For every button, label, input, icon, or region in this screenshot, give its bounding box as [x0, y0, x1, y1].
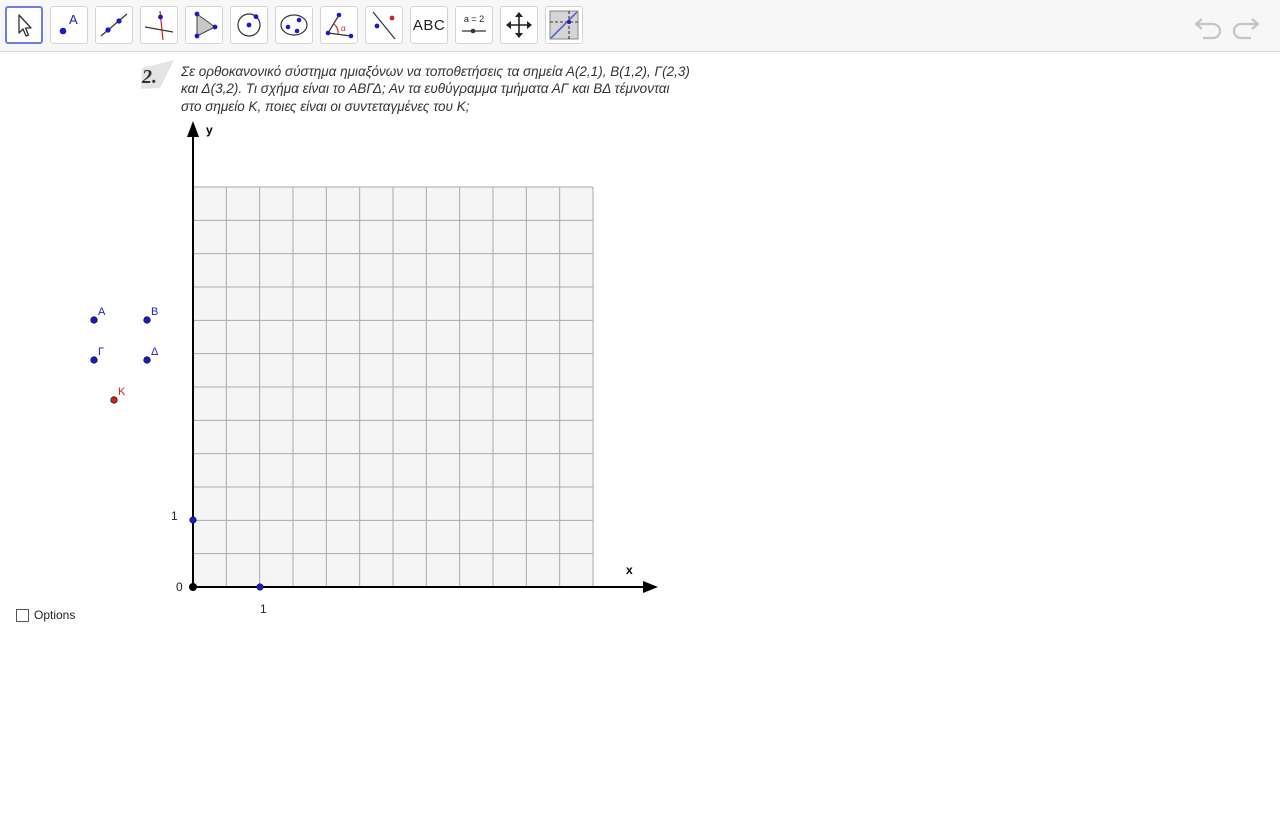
point-gamma[interactable]: Γ — [90, 346, 104, 364]
origin-point — [189, 583, 197, 591]
y-axis-label: y — [206, 123, 213, 137]
free-points: Α Β Γ Δ Κ — [90, 306, 159, 404]
line-icon — [100, 13, 128, 37]
point-b-dot — [143, 316, 151, 324]
point-tool-button[interactable]: A — [50, 6, 88, 44]
move-arrows-icon — [506, 12, 532, 38]
angle-tool-button[interactable]: α — [320, 6, 358, 44]
x-axis-label: x — [626, 563, 633, 577]
circle-center-point-icon — [237, 13, 261, 37]
slider-tool-button[interactable]: a = 2 — [455, 6, 493, 44]
text-tool-button[interactable]: ABC — [410, 6, 448, 44]
polygon-icon — [194, 11, 218, 39]
options-label: Options — [34, 608, 76, 622]
point-k[interactable]: Κ — [110, 386, 126, 404]
origin-label: 0 — [176, 580, 183, 594]
point-a-dot — [90, 316, 98, 324]
polygon-tool-button[interactable] — [185, 6, 223, 44]
point-gamma-label: Γ — [98, 346, 104, 358]
point-a[interactable]: Α — [90, 306, 106, 324]
point-b-label: Β — [151, 306, 158, 318]
ellipse-icon — [280, 14, 308, 36]
point-k-dot — [110, 396, 118, 404]
point-icon: A — [59, 12, 78, 35]
point-delta-dot — [143, 356, 151, 364]
exercise-line-3: στο σημείο Κ, ποιες είναι οι συντεταγμέν… — [181, 99, 470, 114]
text-icon: ABC — [412, 16, 446, 34]
point-tool-letter: A — [69, 12, 78, 27]
y-tick-label: 1 — [171, 509, 178, 523]
point-b[interactable]: Β — [143, 306, 159, 324]
x-unit-point[interactable] — [256, 583, 264, 591]
line-tool-button[interactable] — [95, 6, 133, 44]
y-unit-point[interactable] — [189, 516, 197, 524]
point-a-label: Α — [98, 306, 106, 318]
y-axis-arrow — [187, 121, 199, 137]
angle-icon: α — [325, 12, 354, 39]
undo-icon — [1194, 18, 1222, 40]
slider-icon: a = 2 — [462, 14, 486, 34]
circle-tool-button[interactable] — [230, 6, 268, 44]
reflect-about-line-icon — [372, 11, 396, 40]
show-hide-tool-button[interactable] — [545, 6, 583, 44]
graphics-view[interactable]: 2. Σε ορθοκανονικό σύστημα ημιαξόνων να … — [0, 53, 1280, 824]
exercise-text: Σε ορθοκανονικό σύστημα ημιαξόνων να τοπ… — [180, 64, 690, 114]
coordinate-grid — [193, 186, 594, 587]
show-hide-object-icon — [549, 10, 579, 40]
redo-icon — [1232, 18, 1260, 40]
exercise-line-1: Σε ορθοκανονικό σύστημα ημιαξόνων να τοπ… — [180, 64, 690, 79]
reflect-tool-button[interactable] — [365, 6, 403, 44]
undo-button[interactable] — [1193, 12, 1225, 40]
toolbar: A α ABC a = 2 — [0, 0, 1280, 52]
perpendicular-line-icon — [144, 10, 174, 41]
point-delta[interactable]: Δ — [143, 346, 159, 364]
cursor-arrow-icon — [18, 14, 32, 37]
exercise-line-2: και Δ(3,2). Τι σχήμα είναι το ΑΒΓΔ; Αν τ… — [181, 81, 670, 96]
redo-button[interactable] — [1229, 12, 1261, 40]
exercise-number-badge: 2. — [141, 60, 174, 89]
slider-tool-letter: a = 2 — [464, 14, 484, 24]
x-axis-arrow — [643, 581, 658, 593]
options-checkbox[interactable] — [16, 609, 29, 622]
angle-tool-letter: α — [341, 24, 346, 33]
point-delta-label: Δ — [151, 346, 159, 358]
point-k-label: Κ — [118, 386, 126, 398]
x-tick-label: 1 — [260, 602, 267, 616]
move-tool-button[interactable] — [5, 6, 43, 44]
move-graphics-view-tool-button[interactable] — [500, 6, 538, 44]
point-gamma-dot — [90, 356, 98, 364]
exercise-number: 2. — [141, 66, 157, 88]
conic-tool-button[interactable] — [275, 6, 313, 44]
perpendicular-line-tool-button[interactable] — [140, 6, 178, 44]
